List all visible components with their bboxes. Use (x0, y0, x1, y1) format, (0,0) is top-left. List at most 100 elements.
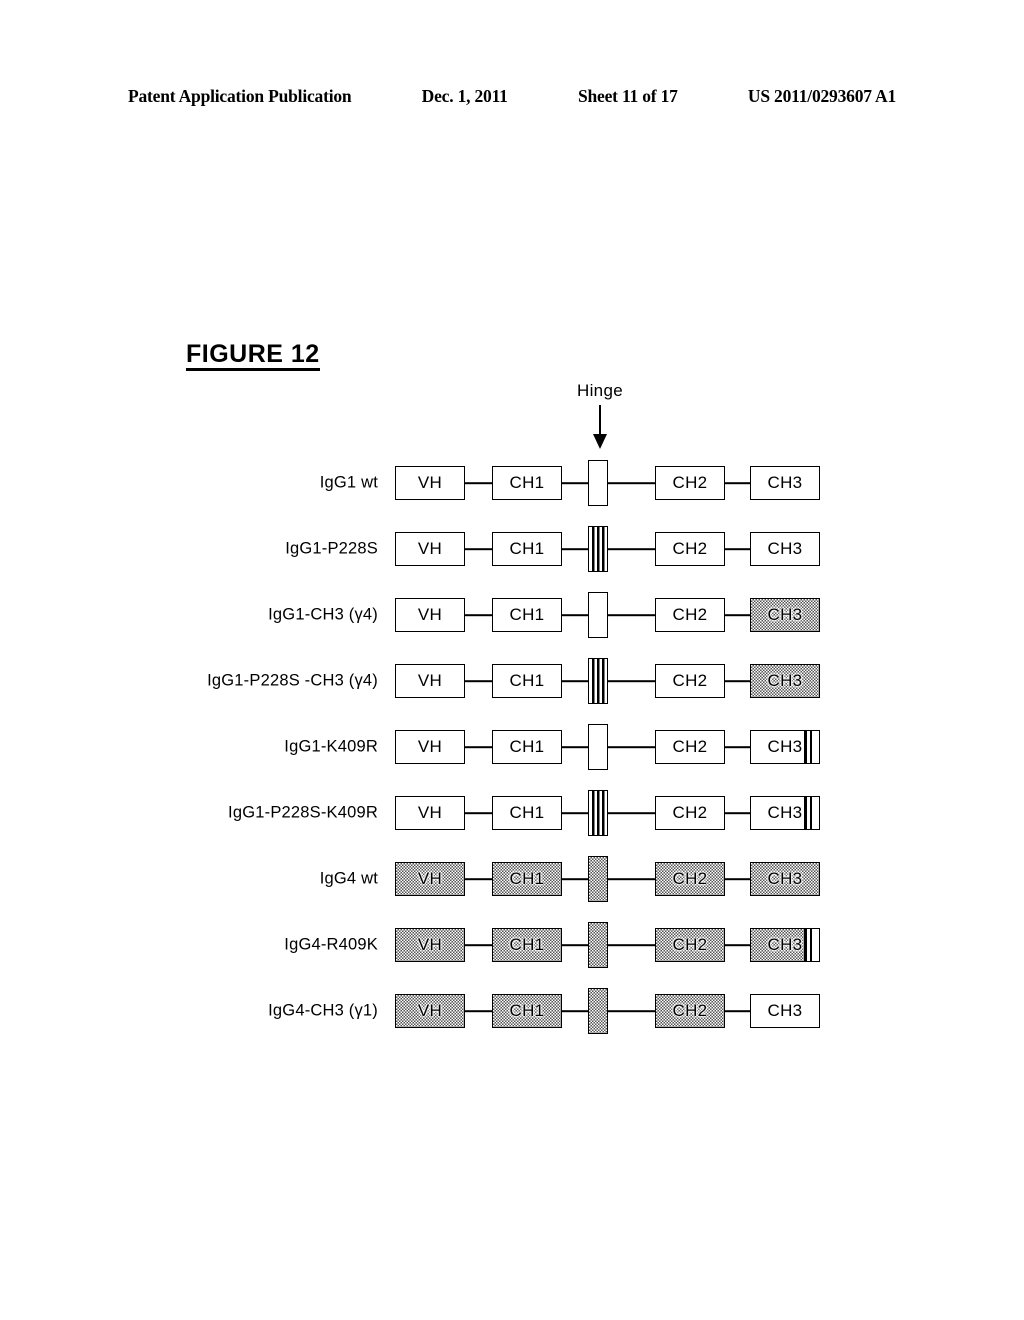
sheet-number: Sheet 11 of 17 (577, 86, 678, 106)
ch2-domain-box-label: CH2 (672, 671, 708, 690)
ch3-domain-box-label: CH3 (767, 671, 803, 690)
hinge-mutation-stripes (589, 659, 607, 703)
domain-chain: VH CH1 CH2 CH3 (395, 724, 820, 770)
domain-connector-line (725, 614, 750, 616)
ch3-mutation-stripes (804, 797, 819, 829)
domain-connector-line (465, 878, 492, 880)
ch2-domain-box: CH2 (655, 928, 725, 962)
ch3-domain-box-label: CH3 (767, 539, 803, 558)
ch1-domain-box: CH1 (492, 466, 562, 500)
domain-connector-line (562, 548, 588, 550)
figure-title: FIGURE 12 (186, 341, 320, 372)
construct-row: IgG1-P228S -CH3 (γ4) VH CH1 CH2 CH3 (0, 648, 1024, 714)
domain-chain: VH CH1 CH2 CH3 (395, 460, 820, 506)
ch2-domain-box: CH2 (655, 796, 725, 830)
ch2-domain-box-label: CH2 (672, 935, 708, 954)
ch3-domain-box: CH3 (750, 466, 820, 500)
ch3-mutation-stripes (804, 929, 819, 961)
construct-row: IgG1-CH3 (γ4) VH CH1 CH2 CH3 (0, 582, 1024, 648)
domain-connector-line (608, 944, 655, 946)
ch1-domain-box: CH1 (492, 796, 562, 830)
domain-connector-line (608, 1010, 655, 1012)
hinge-domain-box (588, 592, 608, 638)
domain-connector-line (725, 944, 750, 946)
ch2-domain-box-label: CH2 (672, 1001, 708, 1020)
construct-row: IgG4-CH3 (γ1) VH CH1 CH2 CH3 (0, 978, 1024, 1044)
domain-connector-line (725, 746, 750, 748)
publication-label: Patent Application Publication (128, 86, 352, 106)
domain-connector-line (562, 680, 588, 682)
construct-label: IgG4-R409K (284, 935, 378, 954)
vh-domain-box-label: VH (417, 869, 443, 888)
vh-domain-box: VH (395, 928, 465, 962)
vh-domain-box-label: VH (417, 605, 443, 624)
domain-chain: VH CH1 CH2 CH3 (395, 988, 820, 1034)
patent-number: US 2011/0293607 A1 (747, 86, 896, 106)
construct-row: IgG1-K409R VH CH1 CH2 CH3 (0, 714, 1024, 780)
vh-domain-box: VH (395, 532, 465, 566)
domain-connector-line (725, 812, 750, 814)
hinge-domain-box (588, 790, 608, 836)
domain-connector-line (608, 614, 655, 616)
ch3-domain-box: CH3 (750, 796, 820, 830)
ch1-domain-box: CH1 (492, 994, 562, 1028)
construct-label: IgG4 wt (319, 869, 378, 888)
ch3-mutation-stripes (804, 731, 819, 763)
ch1-domain-box-label: CH1 (509, 605, 545, 624)
domain-connector-line (725, 1010, 750, 1012)
vh-domain-box: VH (395, 862, 465, 896)
hinge-domain-box (588, 988, 608, 1034)
vh-domain-box-label: VH (417, 671, 443, 690)
vh-domain-box-label: VH (417, 737, 443, 756)
construct-row: IgG4-R409K VH CH1 CH2 CH3 (0, 912, 1024, 978)
domain-connector-line (465, 1010, 492, 1012)
ch3-domain-box: CH3 (750, 730, 820, 764)
domain-chain: VH CH1 CH2 CH3 (395, 526, 820, 572)
ch2-domain-box: CH2 (655, 730, 725, 764)
ch2-domain-box: CH2 (655, 862, 725, 896)
vh-domain-box-label: VH (417, 935, 443, 954)
hinge-mutation-stripes (589, 527, 607, 571)
ch1-domain-box: CH1 (492, 664, 562, 698)
hinge-annotation: Hinge (540, 382, 660, 449)
domain-connector-line (465, 548, 492, 550)
domain-connector-line (562, 812, 588, 814)
ch2-domain-box: CH2 (655, 598, 725, 632)
domain-connector-line (608, 548, 655, 550)
construct-row: IgG1-P228S VH CH1 CH2 CH3 (0, 516, 1024, 582)
construct-label: IgG1-CH3 (γ4) (268, 605, 378, 624)
ch3-domain-box-label: CH3 (767, 869, 803, 888)
domain-connector-line (562, 614, 588, 616)
domain-connector-line (465, 746, 492, 748)
domain-connector-line (562, 746, 588, 748)
domain-chain: VH CH1 CH2 CH3 (395, 856, 820, 902)
hinge-domain-box (588, 460, 608, 506)
domain-connector-line (608, 746, 655, 748)
construct-label: IgG1-P228S (285, 539, 378, 558)
ch1-domain-box-label: CH1 (509, 737, 545, 756)
domain-connector-line (725, 548, 750, 550)
domain-connector-line (465, 812, 492, 814)
construct-row: IgG4 wt VH CH1 CH2 CH3 (0, 846, 1024, 912)
ch1-domain-box: CH1 (492, 862, 562, 896)
vh-domain-box: VH (395, 664, 465, 698)
construct-label: IgG4-CH3 (γ1) (268, 1001, 378, 1020)
ch3-domain-box: CH3 (750, 532, 820, 566)
ch3-domain-box: CH3 (750, 598, 820, 632)
ch3-domain-box-label: CH3 (767, 803, 803, 822)
hinge-domain-box (588, 724, 608, 770)
ch3-domain-box: CH3 (750, 664, 820, 698)
vh-domain-box: VH (395, 466, 465, 500)
ch1-domain-box: CH1 (492, 598, 562, 632)
domain-connector-line (608, 680, 655, 682)
domain-connector-line (465, 614, 492, 616)
hinge-domain-box (588, 526, 608, 572)
ch1-domain-box: CH1 (492, 928, 562, 962)
ch2-domain-box: CH2 (655, 466, 725, 500)
ch3-domain-box-label: CH3 (767, 605, 803, 624)
ch1-domain-box-label: CH1 (509, 671, 545, 690)
ch2-domain-box-label: CH2 (672, 539, 708, 558)
ch2-domain-box: CH2 (655, 532, 725, 566)
domain-connector-line (608, 812, 655, 814)
ch1-domain-box-label: CH1 (509, 869, 545, 888)
